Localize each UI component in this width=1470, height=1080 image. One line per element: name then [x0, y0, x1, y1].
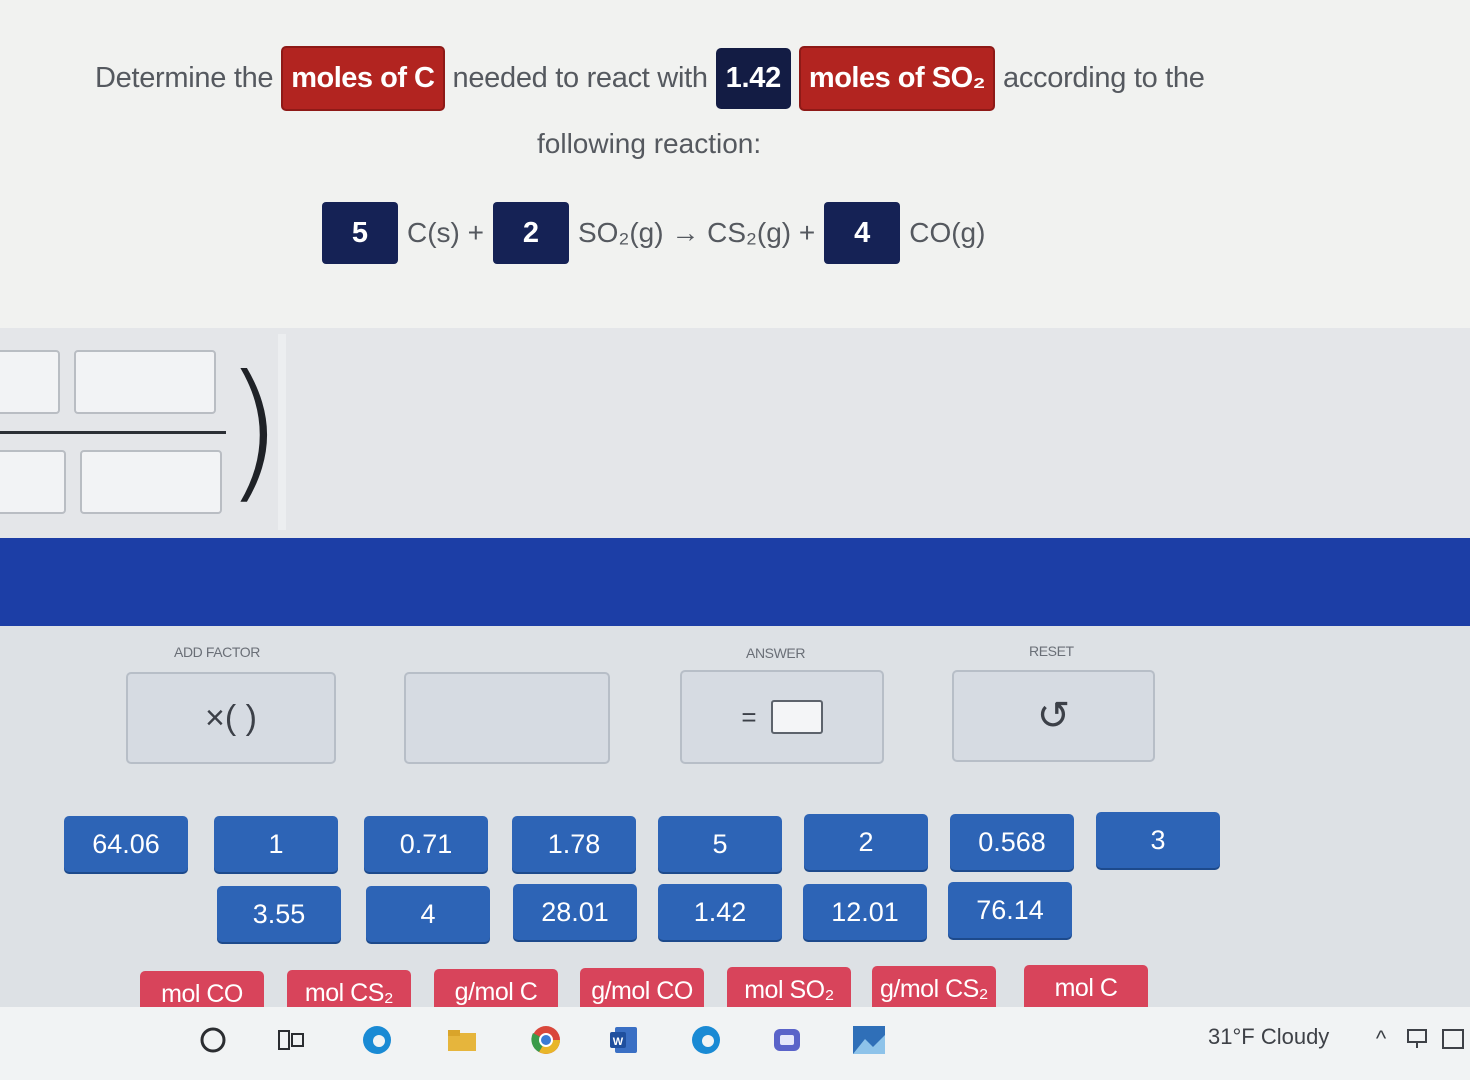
task-view-icon[interactable] [272, 1021, 310, 1059]
edge-icon[interactable] [358, 1021, 396, 1059]
weather-widget[interactable]: 31°F Cloudy [1208, 1024, 1329, 1050]
dimensional-analysis-workspace: ) [0, 328, 1470, 538]
feedback-banner [0, 538, 1470, 626]
question-prefix: Determine the [95, 62, 274, 94]
coefficient-so2: 2 [493, 202, 569, 264]
number-tile[interactable]: 5 [658, 816, 782, 872]
teams-icon[interactable] [768, 1021, 806, 1059]
answer-button[interactable]: = [680, 670, 884, 764]
chrome-icon[interactable] [527, 1021, 565, 1059]
number-tile[interactable]: 0.568 [950, 814, 1074, 870]
number-tile[interactable]: 64.06 [64, 816, 188, 872]
chevron-up-icon[interactable]: ^ [1362, 1020, 1400, 1058]
word-icon[interactable]: W [605, 1021, 643, 1059]
svg-text:W: W [613, 1036, 624, 1048]
answer-box-icon [770, 700, 823, 734]
number-tile[interactable]: 76.14 [948, 882, 1072, 938]
species-so2-cs2: SO₂(g) → CS₂(g) + [578, 217, 816, 248]
file-explorer-icon[interactable] [443, 1021, 481, 1059]
number-tile[interactable]: 3 [1096, 812, 1220, 868]
add-factor-label: ADD FACTOR [174, 644, 260, 660]
reset-label: RESET [1029, 643, 1074, 659]
question-line: Determine the moles of C needed to react… [95, 46, 1205, 111]
chemical-equation: 5 C(s) + 2 SO₂(g) → CS₂(g) + 4 CO(g) [322, 202, 985, 264]
numerator-slot-2[interactable] [74, 350, 216, 414]
number-tile[interactable]: 28.01 [513, 884, 637, 940]
species-c: C(s) + [407, 217, 484, 248]
number-tile[interactable]: 0.71 [364, 816, 488, 872]
network-icon[interactable] [1398, 1020, 1436, 1058]
multiply-paren-icon: ×( ) [205, 698, 257, 737]
search-icon[interactable] [194, 1021, 232, 1059]
numerator-slot-1[interactable] [0, 350, 60, 414]
number-tile[interactable]: 1 [214, 816, 338, 872]
reset-button[interactable]: ↺ [952, 670, 1155, 762]
undo-icon: ↺ [1036, 694, 1071, 738]
given-unit-badge: moles of SO₂ [798, 46, 996, 111]
denominator-slot-1[interactable] [0, 450, 66, 514]
given-value-badge: 1.42 [715, 48, 791, 109]
species-co: CO(g) [909, 217, 986, 248]
number-tile[interactable]: 4 [366, 886, 490, 942]
coefficient-co: 4 [824, 202, 901, 264]
fraction-bar [0, 431, 226, 434]
number-tile[interactable]: 12.01 [803, 884, 927, 940]
empty-control-slot [404, 672, 610, 764]
add-factor-button[interactable]: ×( ) [126, 672, 336, 764]
unit-tile[interactable]: g/mol CS₂ [872, 966, 996, 1012]
number-tile[interactable]: 1.78 [512, 816, 636, 872]
question-suffix: according to the [1003, 62, 1205, 94]
closing-parenthesis: ) [224, 344, 283, 518]
denominator-slot-2[interactable] [80, 450, 222, 514]
number-tile[interactable]: 3.55 [217, 886, 341, 942]
photos-icon[interactable] [850, 1021, 888, 1059]
coefficient-c: 5 [322, 202, 398, 264]
question-middle: needed to react with [452, 62, 708, 94]
number-tile[interactable]: 2 [804, 814, 928, 870]
number-tile[interactable]: 1.42 [658, 884, 782, 940]
question-line-2: following reaction: [537, 128, 762, 159]
edge-icon[interactable] [687, 1021, 725, 1059]
workspace-divider [278, 334, 286, 530]
question-panel: Determine the moles of C needed to react… [0, 0, 1470, 328]
notification-icon[interactable] [1434, 1020, 1470, 1058]
unit-tile[interactable]: mol C [1024, 965, 1148, 1011]
target-quantity-badge: moles of C [281, 46, 445, 111]
equals-icon: = [741, 701, 757, 732]
answer-label: ANSWER [746, 645, 806, 661]
